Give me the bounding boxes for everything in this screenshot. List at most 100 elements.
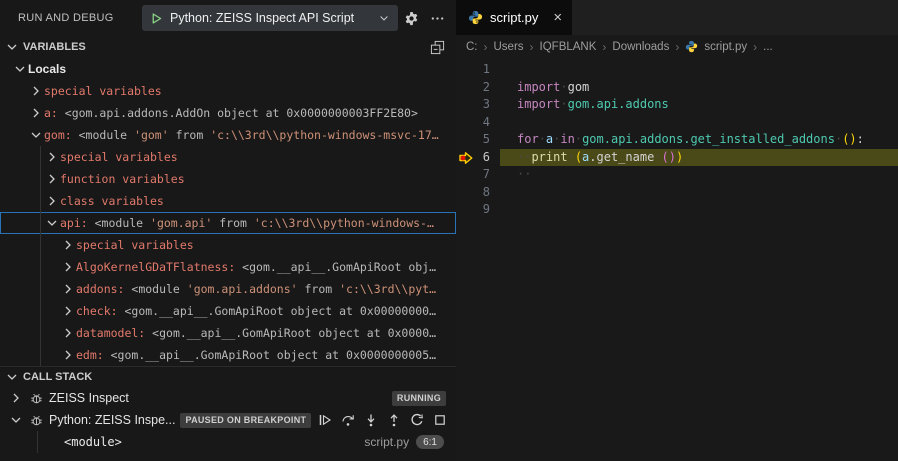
code-text[interactable] (500, 61, 898, 79)
code-line[interactable]: 7·· (456, 166, 898, 184)
chevron-down-icon[interactable] (44, 215, 60, 231)
variable-value: <module (72, 128, 134, 142)
variable-name: a: (44, 106, 58, 120)
chevron-right-icon[interactable] (8, 390, 24, 406)
variable-value: 'c:\\3rd\\python-windows-msvc-17… (210, 128, 438, 142)
continue-icon[interactable] (316, 411, 334, 429)
debug-config-picker[interactable]: Python: ZEISS Inspect API Script (142, 5, 398, 31)
code-text[interactable]: for·a·in·gom.api.addons.get_installed_ad… (500, 131, 898, 149)
chevron-down-icon[interactable] (8, 412, 24, 428)
stack-frame-row[interactable]: <module> script.py 6:1 (0, 431, 456, 453)
breadcrumb-item[interactable]: Users (494, 41, 524, 53)
variable-row[interactable]: special variables (0, 146, 456, 168)
breadcrumb-item[interactable]: C: (466, 41, 478, 53)
code-text[interactable]: import·gom.api.addons (500, 96, 898, 114)
chevron-down-icon[interactable] (4, 369, 20, 385)
breadcrumb-tail[interactable]: ... (763, 41, 773, 53)
collapse-all-icon[interactable] (424, 35, 450, 59)
chevron-right-icon[interactable] (60, 281, 76, 297)
chevron-right-icon[interactable] (60, 259, 76, 275)
chevron-down-icon[interactable] (378, 12, 390, 24)
chevron-right-icon[interactable] (60, 303, 76, 319)
variable-row[interactable]: gom: <module 'gom' from 'c:\\3rd\\python… (0, 124, 456, 146)
session-name: Python: ZEISS Inspe... (49, 413, 175, 427)
line-number[interactable]: 9 (456, 201, 500, 219)
variable-value: <gom.__api__.GomApiRoot obj… (235, 260, 436, 274)
chevron-down-icon[interactable] (28, 127, 44, 143)
variable-value: from (169, 128, 211, 142)
step-into-icon[interactable] (362, 411, 380, 429)
breadcrumb-file[interactable]: script.py (704, 41, 747, 53)
variable-row[interactable]: a: <gom.api.addons.AddOn object at 0x000… (0, 102, 456, 124)
chevron-right-icon[interactable] (28, 105, 44, 121)
variables-section-header[interactable]: VARIABLES (0, 36, 456, 58)
code-text[interactable] (500, 114, 898, 132)
chevron-right-icon[interactable] (60, 347, 76, 363)
step-out-icon[interactable] (385, 411, 403, 429)
variable-row[interactable]: class variables (0, 190, 456, 212)
code-text[interactable]: ·· (500, 166, 898, 184)
gear-icon[interactable] (398, 6, 424, 30)
code-line[interactable]: 4 (456, 114, 898, 132)
code-line[interactable]: 2import·gom (456, 79, 898, 97)
code-line[interactable]: 1 (456, 61, 898, 79)
breadcrumb-item[interactable]: IQFBLANK (540, 41, 597, 53)
breadcrumb-separator: › (602, 40, 606, 54)
code-line[interactable]: 6··print·(a.get_name·()) (456, 149, 898, 167)
breadcrumb-item[interactable]: Downloads (612, 41, 669, 53)
code-text[interactable] (500, 184, 898, 202)
variable-row[interactable]: function variables (0, 168, 456, 190)
stop-icon[interactable] (431, 411, 449, 429)
run-and-debug-sidebar: RUN AND DEBUG Python: ZEISS Inspect API … (0, 0, 456, 461)
chevron-right-icon[interactable] (44, 171, 60, 187)
chevron-down-icon[interactable] (12, 61, 28, 77)
variable-row[interactable]: AlgoKernelGDaTFlatness: <gom.__api__.Gom… (0, 256, 456, 278)
chevron-right-icon[interactable] (60, 237, 76, 253)
chevron-right-icon[interactable] (44, 149, 60, 165)
line-number[interactable]: 8 (456, 184, 500, 202)
callstack-section-header[interactable]: CALL STACK (0, 367, 456, 387)
variable-value: <gom.__api__.GomApiRoot object at 0x0000… (104, 348, 436, 362)
variable-row[interactable]: addons: <module 'gom.api.addons' from 'c… (0, 278, 456, 300)
variable-name: check: (76, 304, 118, 318)
code-text[interactable] (500, 201, 898, 219)
restart-icon[interactable] (408, 411, 426, 429)
code-line[interactable]: 3import·gom.api.addons (456, 96, 898, 114)
variable-row[interactable]: check: <gom.__api__.GomApiRoot object at… (0, 300, 456, 322)
line-number[interactable]: 2 (456, 79, 500, 97)
play-icon[interactable] (150, 12, 163, 25)
line-number[interactable]: 1 (456, 61, 500, 79)
variable-row[interactable]: api: <module 'gom.api' from 'c:\\3rd\\py… (0, 212, 456, 234)
chevron-right-icon[interactable] (60, 325, 76, 341)
line-number[interactable]: 7 (456, 166, 500, 184)
debug-session-row[interactable]: Python: ZEISS Inspe... PAUSED ON BREAKPO… (0, 409, 456, 431)
breakpoint-current-position-icon[interactable] (458, 150, 474, 166)
indent-guide (40, 146, 41, 366)
close-icon[interactable]: × (553, 10, 562, 25)
variable-value: <module (88, 216, 150, 230)
panel-title: RUN AND DEBUG (18, 12, 114, 24)
debug-session-row[interactable]: ZEISS Inspect RUNNING (0, 387, 456, 409)
step-over-icon[interactable] (339, 411, 357, 429)
tab-bar: script.py × (456, 0, 898, 35)
code-text[interactable]: ··print·(a.get_name·()) (500, 149, 898, 167)
line-number[interactable]: 4 (456, 114, 500, 132)
chevron-right-icon[interactable] (28, 83, 44, 99)
chevron-right-icon[interactable] (44, 193, 60, 209)
variable-row[interactable]: edm: <gom.__api__.GomApiRoot object at 0… (0, 344, 456, 366)
variable-row[interactable]: special variables (0, 80, 456, 102)
line-number[interactable]: 3 (456, 96, 500, 114)
scope-row[interactable]: Locals (0, 58, 456, 80)
code-line[interactable]: 9 (456, 201, 898, 219)
code-area[interactable]: 12import·gom3import·gom.api.addons45for·… (456, 58, 898, 219)
variable-row[interactable]: datamodel: <gom.__api__.GomApiRoot objec… (0, 322, 456, 344)
chevron-down-icon[interactable] (4, 39, 20, 55)
code-line[interactable]: 8 (456, 184, 898, 202)
line-number[interactable]: 5 (456, 131, 500, 149)
more-actions-icon[interactable] (424, 6, 450, 30)
variable-value: 'c:\\3rd\\pyt… (339, 282, 436, 296)
code-line[interactable]: 5for·a·in·gom.api.addons.get_installed_a… (456, 131, 898, 149)
variable-row[interactable]: special variables (0, 234, 456, 256)
tab-script-py[interactable]: script.py × (456, 0, 572, 35)
code-text[interactable]: import·gom (500, 79, 898, 97)
